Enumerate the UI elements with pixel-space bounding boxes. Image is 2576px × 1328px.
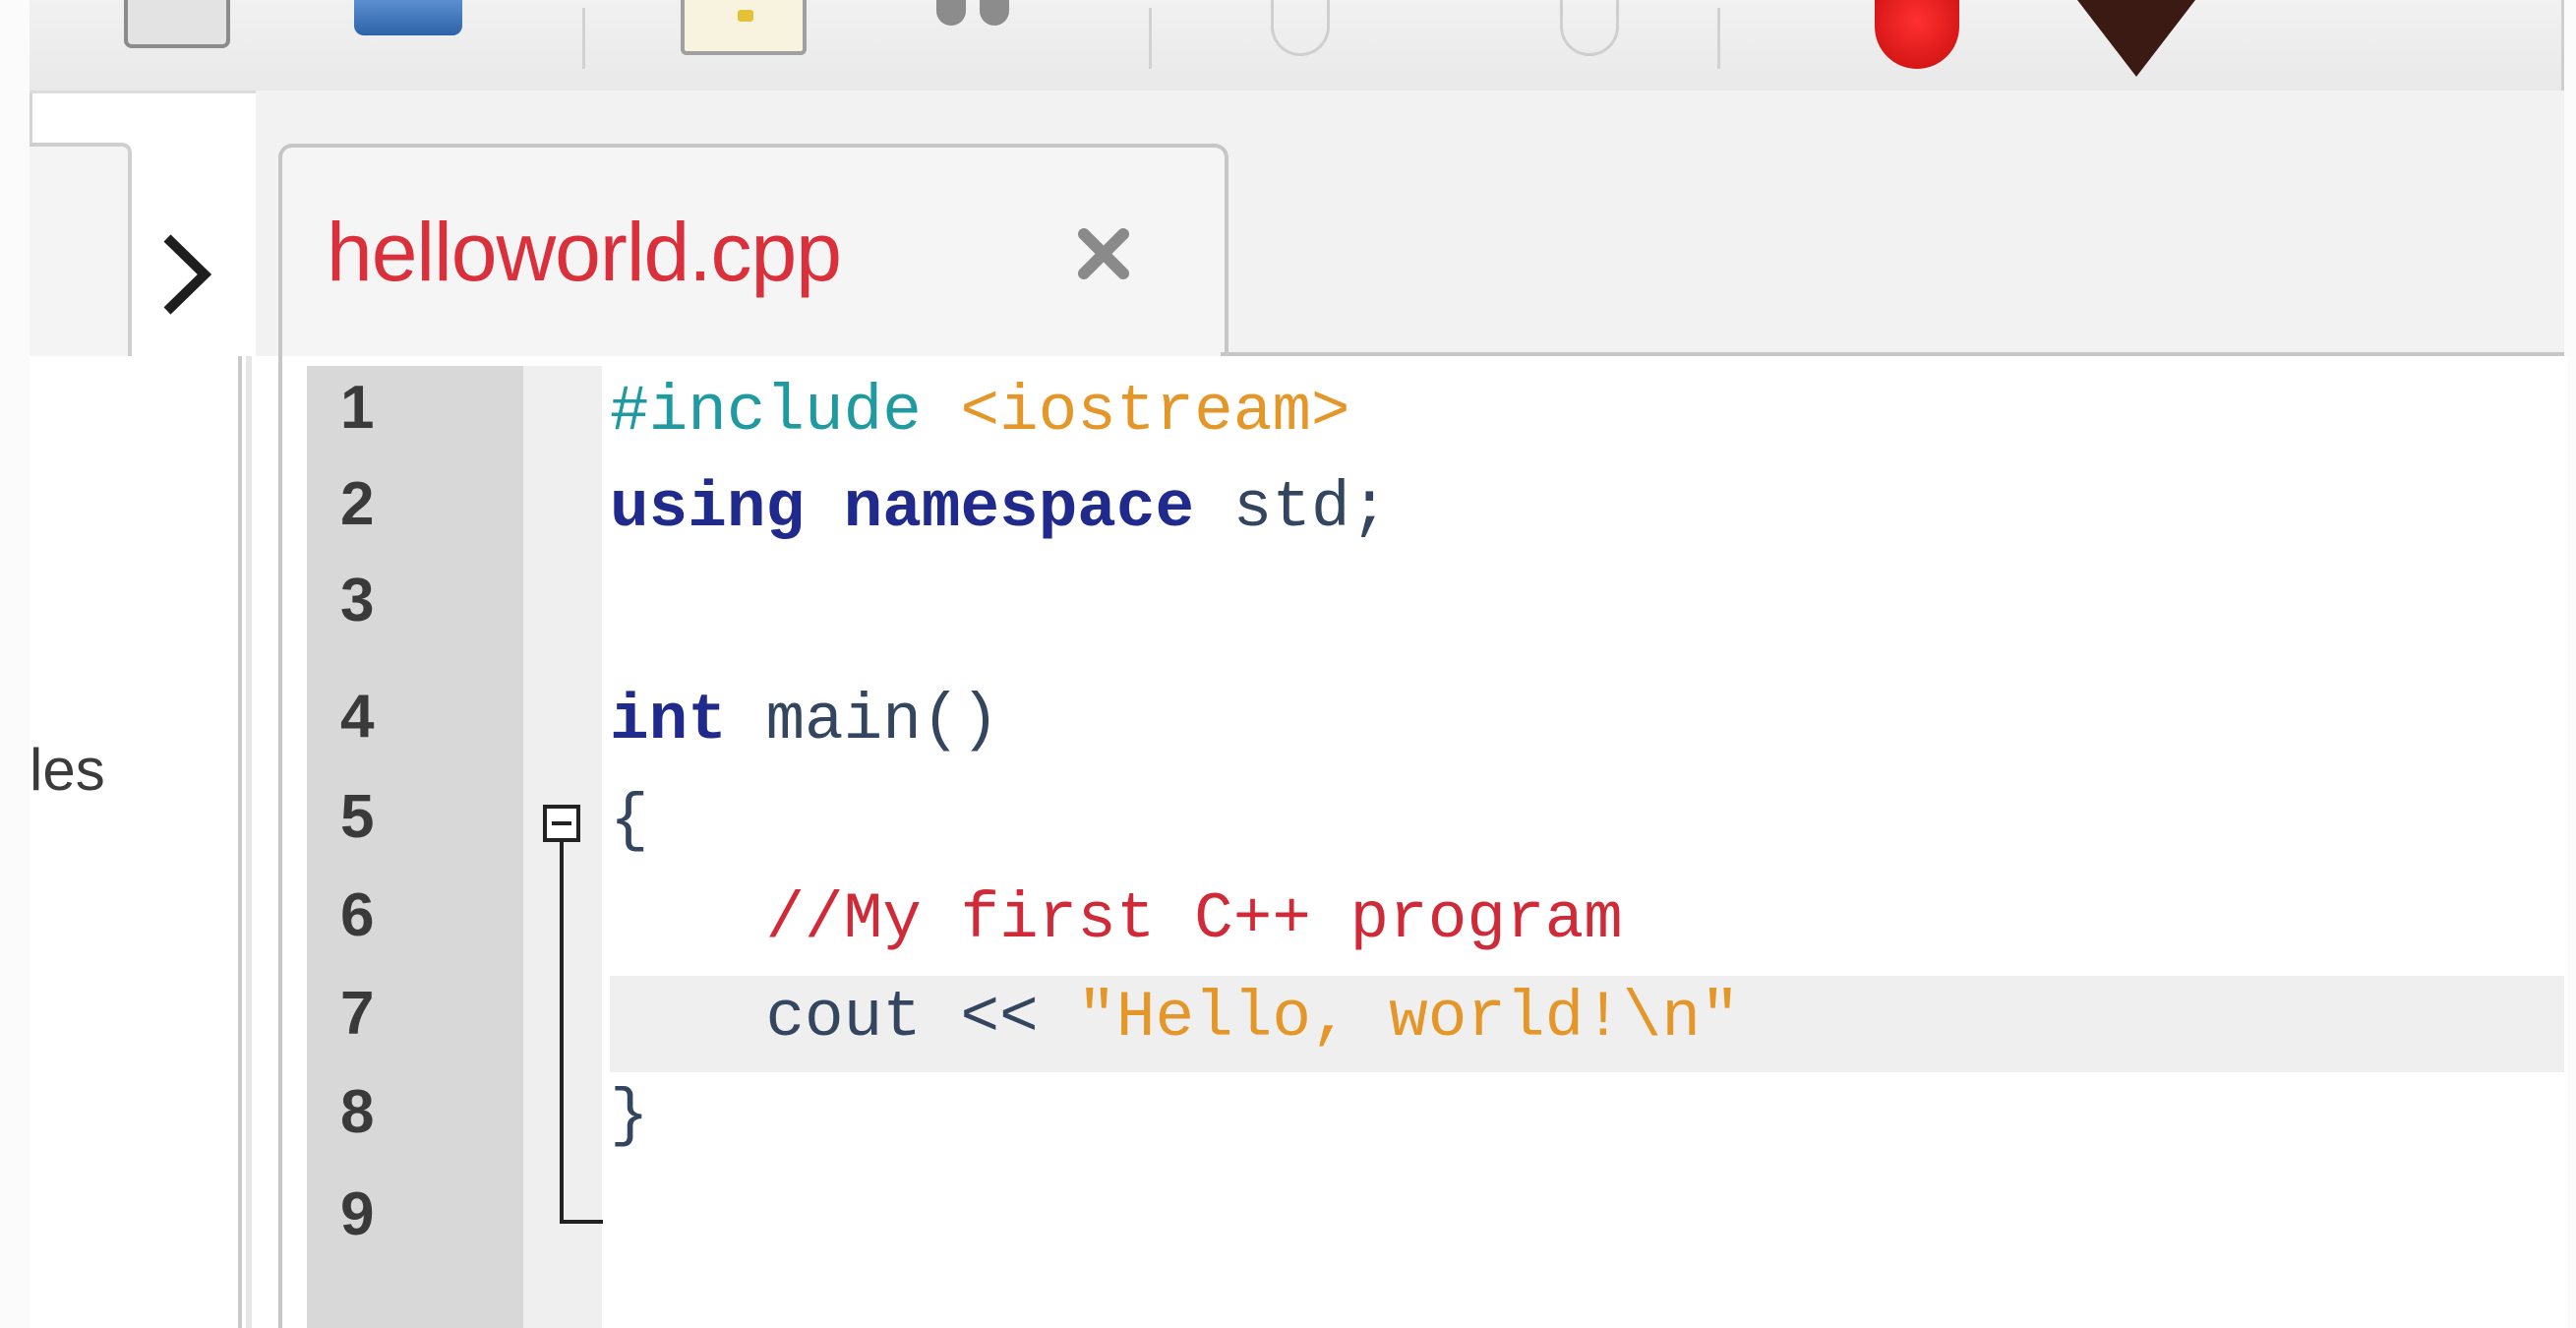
side-panel-tab[interactable] (30, 143, 132, 360)
window-icon[interactable] (354, 0, 462, 35)
redo-icon[interactable] (1560, 0, 1619, 56)
close-icon (1078, 228, 1129, 279)
toolbar-separator (1149, 8, 1152, 69)
side-panel-label[interactable]: les (30, 736, 177, 804)
open-file-icon[interactable] (681, 0, 807, 55)
fold-range-line (560, 842, 564, 1224)
toolbar-separator (1717, 8, 1720, 69)
line-number: 8 (340, 1078, 375, 1146)
string-literal: "Hello, world!\n" (1077, 981, 1740, 1055)
expand-panel-button[interactable] (132, 197, 240, 352)
code-line-5[interactable]: { (610, 773, 649, 870)
chevron-right-icon (163, 234, 212, 315)
code-line-7[interactable]: cout << "Hello, world!\n" (610, 970, 1740, 1066)
code-line-8[interactable]: } (610, 1068, 649, 1165)
view-icon[interactable] (936, 0, 1015, 30)
line-number: 7 (340, 980, 375, 1048)
identifier: cout << (765, 981, 1039, 1055)
breakpoint-icon[interactable] (1875, 0, 1959, 69)
code-line-1[interactable]: #include <iostream> (610, 364, 1350, 460)
toolbar (30, 0, 2561, 93)
line-number: 4 (340, 683, 375, 751)
line-number: 9 (340, 1180, 375, 1248)
line-number: 6 (340, 881, 375, 949)
preprocessor-directive: #include (610, 375, 922, 449)
close-tab-button[interactable] (1070, 220, 1137, 287)
brace: { (610, 784, 649, 858)
brace: } (610, 1079, 649, 1153)
panel-icon[interactable] (124, 0, 230, 48)
line-number: 5 (340, 783, 375, 851)
identifier: main() (765, 684, 1000, 757)
line-number: 1 (340, 374, 375, 442)
debug-icon[interactable] (2077, 0, 2195, 77)
tab-title[interactable]: helloworld.cpp (327, 205, 842, 300)
fold-range-end (560, 1220, 603, 1224)
toolbar-separator (582, 8, 585, 69)
identifier: std; (1232, 471, 1390, 545)
undo-icon[interactable] (1271, 0, 1330, 56)
line-number: 3 (340, 567, 375, 634)
fold-toggle-icon[interactable] (543, 805, 580, 842)
keyword: using (610, 471, 806, 545)
side-panel (30, 356, 252, 1328)
window-left-edge (0, 0, 32, 1328)
keyword: namespace (843, 471, 1195, 545)
code-line-6[interactable]: //My first C++ program (610, 872, 1623, 968)
line-number: 2 (340, 470, 375, 538)
include-header: <iostream> (960, 375, 1350, 449)
code-comment: //My first C++ program (765, 882, 1623, 956)
code-line-2[interactable]: using namespace std; (610, 460, 1389, 557)
code-line-4[interactable]: int main() (610, 673, 999, 769)
keyword: int (610, 684, 727, 757)
